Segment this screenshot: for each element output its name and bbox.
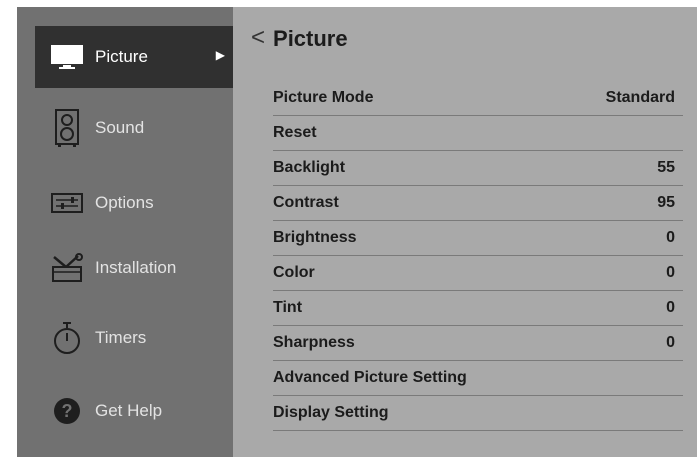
row-backlight[interactable]: Backlight 55 — [273, 151, 683, 186]
row-value: 55 — [657, 159, 675, 176]
sidebar-item-label: Installation — [95, 258, 177, 277]
sidebar-item-label: Get Help — [95, 401, 163, 420]
row-value: 0 — [666, 334, 675, 351]
row-label: Brightness — [273, 229, 357, 246]
sidebar-item-label: Sound — [95, 118, 145, 137]
help-icon: ? — [49, 393, 85, 429]
row-value: 0 — [666, 264, 675, 281]
tv-icon — [49, 39, 85, 75]
page-title-text: Picture — [273, 26, 348, 51]
picture-panel: < Picture Picture Mode Standard Reset Ba… — [233, 7, 697, 457]
row-label: Reset — [273, 124, 317, 141]
options-icon — [49, 185, 85, 221]
row-color[interactable]: Color 0 — [273, 256, 683, 291]
row-value: 0 — [666, 299, 675, 316]
row-picture-mode[interactable]: Picture Mode Standard — [273, 81, 683, 116]
chevron-right-icon: ▶ — [215, 48, 225, 62]
settings-list: Picture Mode Standard Reset Backlight 55… — [273, 81, 683, 431]
sidebar-item-picture[interactable]: Picture ▶ — [35, 26, 233, 88]
row-reset[interactable]: Reset — [273, 116, 683, 151]
row-value: Standard — [605, 89, 675, 106]
sidebar-item-label: Options — [95, 193, 154, 212]
row-label: Tint — [273, 299, 303, 316]
sidebar-item-label: Picture — [95, 47, 148, 66]
row-label: Contrast — [273, 194, 339, 211]
svg-text:?: ? — [62, 401, 73, 421]
sidebar-item-get-help[interactable]: ? Get Help — [35, 380, 233, 442]
row-label: Backlight — [273, 159, 346, 176]
row-display-setting[interactable]: Display Setting — [273, 396, 683, 431]
row-advanced-picture-setting[interactable]: Advanced Picture Setting — [273, 361, 683, 396]
row-label: Advanced Picture Setting — [273, 369, 467, 386]
tools-icon — [49, 250, 85, 286]
back-arrow-icon[interactable]: < — [251, 24, 265, 52]
row-label: Display Setting — [273, 404, 389, 421]
row-label: Color — [273, 264, 315, 281]
speaker-icon — [49, 109, 85, 147]
row-value: 95 — [657, 194, 675, 211]
menu-frame: Picture ▶ Sound Options Installation Tim… — [17, 7, 697, 457]
sidebar-item-label: Timers — [95, 328, 147, 347]
row-tint[interactable]: Tint 0 — [273, 291, 683, 326]
row-sharpness[interactable]: Sharpness 0 — [273, 326, 683, 361]
row-brightness[interactable]: Brightness 0 — [273, 221, 683, 256]
sidebar-item-timers[interactable]: Timers — [35, 307, 233, 369]
sidebar-item-options[interactable]: Options — [35, 172, 233, 234]
row-contrast[interactable]: Contrast 95 — [273, 186, 683, 221]
page-title: < Picture — [251, 24, 348, 53]
stopwatch-icon — [49, 320, 85, 356]
row-label: Sharpness — [273, 334, 355, 351]
sidebar: Picture ▶ Sound Options Installation Tim… — [17, 7, 233, 457]
row-label: Picture Mode — [273, 89, 374, 106]
row-value: 0 — [666, 229, 675, 246]
sidebar-item-sound[interactable]: Sound — [35, 97, 233, 159]
sidebar-item-installation[interactable]: Installation — [35, 237, 233, 299]
